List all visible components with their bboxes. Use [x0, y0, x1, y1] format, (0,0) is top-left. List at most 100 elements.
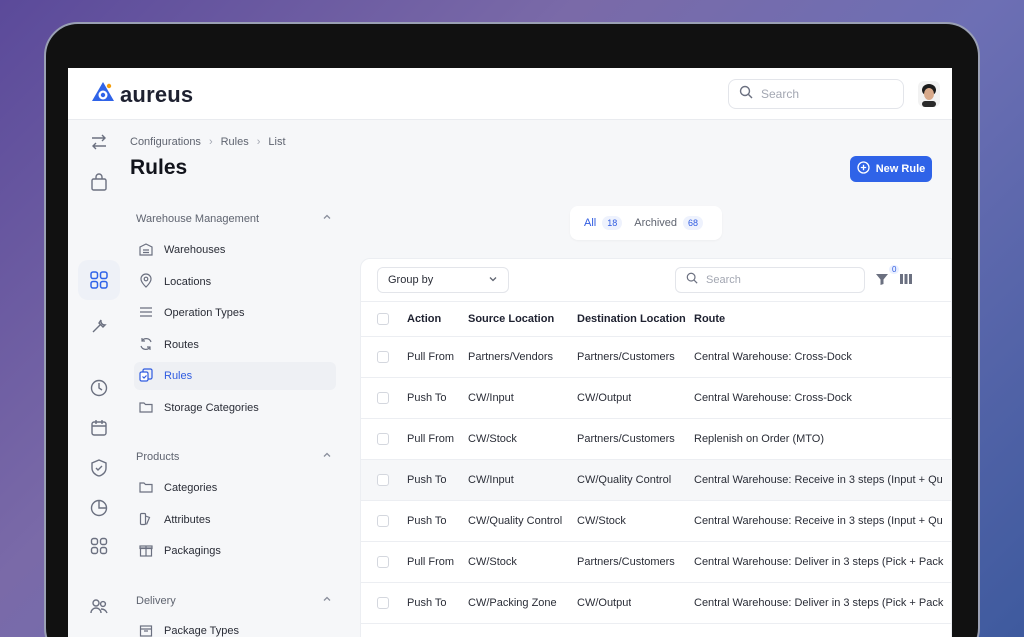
global-search-input[interactable]: Search	[728, 79, 904, 109]
clock-icon[interactable]	[89, 378, 109, 398]
tab-all[interactable]: All 18	[584, 216, 623, 230]
brand-name: aureus	[120, 81, 194, 107]
row-checkbox[interactable]	[377, 597, 389, 609]
cell-source-location: CW/Input	[468, 392, 514, 404]
cell-action: Pull From	[407, 556, 455, 568]
shopping-bag-icon[interactable]	[89, 172, 109, 192]
select-all-checkbox[interactable]	[377, 313, 389, 325]
shield-check-icon[interactable]	[89, 458, 109, 478]
grid-apps-icon[interactable]	[89, 270, 109, 290]
user-avatar[interactable]	[918, 81, 940, 107]
folder-icon	[138, 399, 154, 418]
breadcrumb: Configurations › Rules › List	[130, 136, 286, 148]
location-pin-icon	[138, 272, 154, 292]
sidebar-item-label: Package Types	[164, 625, 240, 637]
sidebar-item-attributes[interactable]: Attributes	[134, 506, 336, 534]
users-icon[interactable]	[89, 596, 109, 616]
chevron-right-icon: ›	[208, 136, 213, 148]
column-header-action[interactable]: Action	[407, 302, 441, 336]
sidebar-item-packagings[interactable]: Packagings	[134, 537, 336, 565]
filter-icon[interactable]	[875, 272, 891, 288]
table-header: Action Source Location Destination Locat…	[361, 301, 952, 337]
group-by-select[interactable]: Group by	[377, 267, 509, 293]
cell-source-location: CW/Quality Control	[468, 515, 563, 527]
columns-icon[interactable]	[899, 272, 915, 288]
sidebar-item-routes[interactable]: Routes	[134, 331, 336, 359]
column-header-destination-location[interactable]: Destination Location	[577, 302, 686, 336]
cell-action: Push To	[407, 515, 447, 527]
tab-archived[interactable]: Archived 68	[634, 216, 704, 230]
breadcrumb-rules[interactable]: Rules	[221, 136, 249, 148]
group-title: Products	[136, 450, 180, 463]
calendar-icon[interactable]	[89, 418, 109, 438]
sidebar-item-label: Operation Types	[164, 307, 245, 319]
table-search-input[interactable]: Search	[675, 267, 865, 293]
tab-label: All	[584, 217, 597, 229]
cell-route: Replenish on Order (MTO)	[694, 433, 825, 445]
attributes-icon	[138, 511, 154, 530]
row-checkbox[interactable]	[377, 392, 389, 404]
status-filter-tabs: All 18 Archived 68	[570, 206, 722, 240]
group-delivery[interactable]: Delivery	[136, 594, 332, 607]
sidebar-item-label: Attributes	[164, 514, 211, 526]
warehouse-icon	[138, 241, 154, 260]
chevron-up-icon	[322, 212, 332, 225]
group-products[interactable]: Products	[136, 450, 332, 463]
tab-label: Archived	[634, 217, 678, 229]
cell-source-location: Partners/Vendors	[468, 351, 553, 363]
cell-action: Push To	[407, 392, 447, 404]
column-header-route[interactable]: Route	[694, 302, 952, 336]
table-row[interactable]: Push To CW/Packing Zone CW/Output Centra…	[361, 583, 952, 624]
app-window: aureus Search Configurations › Rules › L…	[68, 68, 952, 637]
sidebar-item-categories[interactable]: Categories	[134, 474, 336, 502]
sidebar-item-locations[interactable]: Locations	[134, 268, 336, 296]
row-checkbox[interactable]	[377, 556, 389, 568]
sidebar-item-label: Storage Categories	[164, 402, 259, 414]
sidebar-item-rules[interactable]: Rules	[134, 362, 336, 390]
transfer-arrows-icon[interactable]	[89, 132, 109, 152]
new-rule-button[interactable]: New Rule	[850, 156, 932, 182]
group-warehouse-management[interactable]: Warehouse Management	[136, 212, 332, 225]
search-icon	[686, 271, 698, 289]
aureus-logo-icon	[90, 80, 116, 109]
table-row[interactable]: Pull From CW/Stock Partners/Customers Re…	[361, 419, 952, 460]
row-checkbox[interactable]	[377, 433, 389, 445]
cell-destination-location: Partners/Customers	[577, 351, 675, 363]
table-row[interactable]: Push To CW/Quality Control CW/Stock Cent…	[361, 501, 952, 542]
modules-icon[interactable]	[89, 536, 109, 556]
pie-chart-icon[interactable]	[89, 498, 109, 518]
sidebar-item-storage-categories[interactable]: Storage Categories	[134, 394, 336, 422]
table-row[interactable]: Push To CW/Input CW/Quality Control Cent…	[361, 460, 952, 501]
table-row[interactable]: Pull From CW/Stock Partners/Customers Ce…	[361, 542, 952, 583]
sidebar-item-package-types[interactable]: Package Types	[134, 617, 336, 637]
row-checkbox[interactable]	[377, 351, 389, 363]
brand-logo[interactable]: aureus	[90, 80, 193, 109]
group-title: Warehouse Management	[136, 212, 260, 225]
new-rule-label: New Rule	[875, 163, 926, 175]
cell-source-location: CW/Stock	[468, 433, 517, 445]
sidebar-item-operation-types[interactable]: Operation Types	[134, 299, 336, 327]
chevron-up-icon	[322, 450, 332, 463]
cell-destination-location: CW/Stock	[577, 515, 626, 527]
cell-destination-location: CW/Quality Control	[577, 474, 672, 486]
top-bar: aureus Search	[68, 68, 952, 120]
row-checkbox[interactable]	[377, 515, 389, 527]
cell-destination-location: CW/Output	[577, 597, 632, 609]
icon-rail	[68, 120, 130, 637]
cell-action: Push To	[407, 474, 447, 486]
cell-source-location: CW/Stock	[468, 556, 517, 568]
plus-circle-icon	[857, 161, 870, 177]
cell-route: Central Warehouse: Cross-Dock	[694, 351, 852, 363]
table-row[interactable]: Push To CW/Input CW/Output Central Wareh…	[361, 378, 952, 419]
breadcrumb-configurations[interactable]: Configurations	[130, 136, 201, 148]
sidebar-item-label: Routes	[164, 339, 199, 351]
cell-action: Push To	[407, 597, 447, 609]
row-checkbox[interactable]	[377, 474, 389, 486]
wrench-icon[interactable]	[89, 316, 109, 336]
column-header-source-location[interactable]: Source Location	[468, 302, 554, 336]
cell-destination-location: CW/Output	[577, 392, 632, 404]
search-placeholder: Search	[706, 274, 741, 286]
sidebar-item-label: Locations	[164, 276, 212, 288]
sidebar-item-warehouses[interactable]: Warehouses	[134, 236, 336, 264]
table-row[interactable]: Pull From Partners/Vendors Partners/Cust…	[361, 337, 952, 378]
